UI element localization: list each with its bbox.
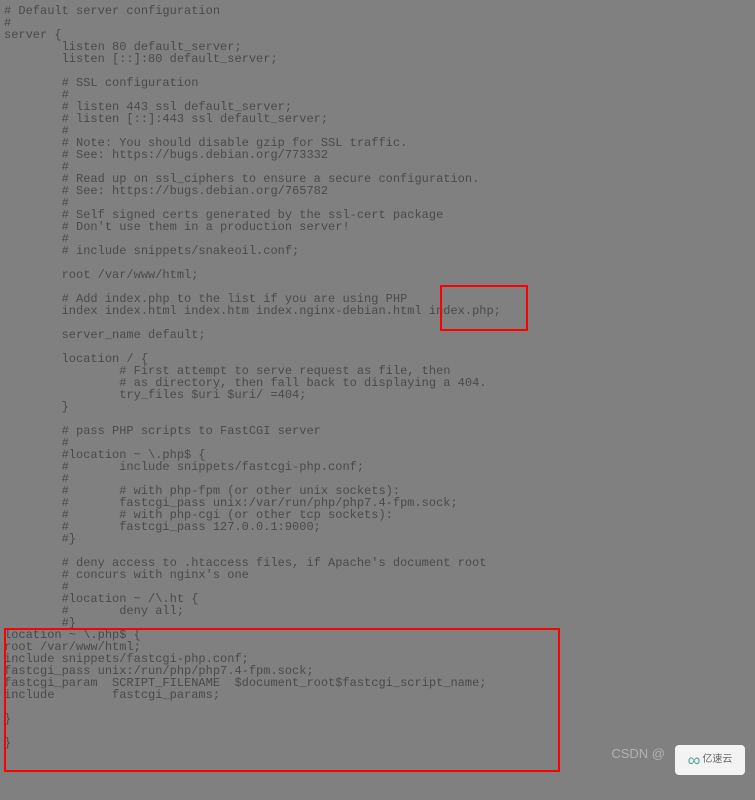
- yisu-logo: 亿速云: [675, 745, 745, 775]
- nginx-config-code: # Default server configuration # server …: [4, 5, 751, 749]
- csdn-watermark: CSDN @: [611, 747, 665, 760]
